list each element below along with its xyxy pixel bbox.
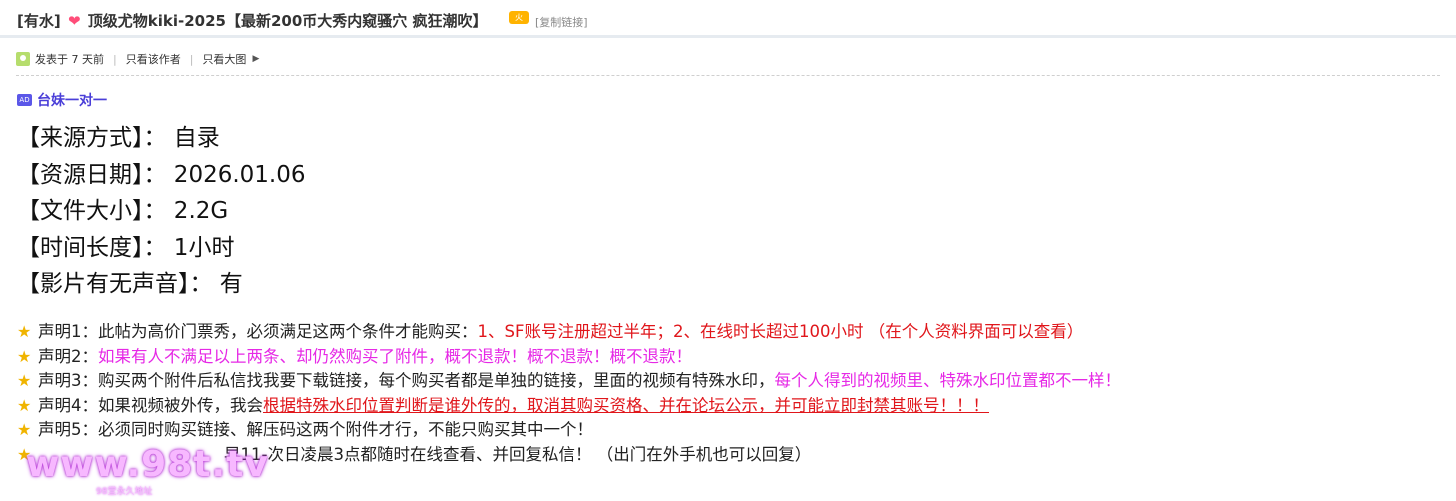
only-large-image-link[interactable]: 只看大图 xyxy=(202,51,246,67)
hot-icon: 火 xyxy=(509,11,529,24)
star-icon: ★ xyxy=(17,322,32,341)
thread-title-text: 顶级尤物kiki-2025【最新200币大秀内窥骚穴 疯狂潮吹】 xyxy=(87,12,488,30)
ad-link[interactable]: 台妹一对一 xyxy=(37,90,107,110)
heart-icon: ❤ xyxy=(67,12,81,30)
statement-2: ★ 声明2： 如果有人不满足以上两条、却仍然购买了附件，概不退款！概不退款！概不… xyxy=(17,345,1121,370)
thread-prefix[interactable]: [有水] xyxy=(17,12,61,30)
posted-time: 发表于 7 天前 xyxy=(35,53,104,66)
star-icon: ★ xyxy=(17,395,32,415)
info-audio: 【影片有无声音】： 有 xyxy=(17,271,243,297)
statement-text: 声明1：此帖为高价门票秀，必须满足这两个条件才能购买： xyxy=(38,322,478,341)
divider: | xyxy=(113,52,117,66)
star-icon: ★ xyxy=(17,371,32,390)
statement-highlight: 每个人得到的视频里、特殊水印位置都不一样！ xyxy=(774,371,1122,390)
dashed-divider xyxy=(16,75,1440,76)
resource-info: 【来源方式】： 自录 【资源日期】： 2026.01.06 【文件大小】： 2.… xyxy=(17,120,306,303)
thread-title: [有水] ❤ 顶级尤物kiki-2025【最新200币大秀内窥骚穴 疯狂潮吹】 xyxy=(17,10,488,31)
ad-banner[interactable]: AD 台妹一对一 xyxy=(17,90,107,110)
info-source: 【来源方式】： 自录 xyxy=(17,125,220,151)
triangle-right-icon[interactable]: ▶ xyxy=(252,54,259,64)
info-size: 【文件大小】： 2.2G xyxy=(17,198,229,224)
statement-text: 声明2： xyxy=(38,346,98,366)
user-online-icon xyxy=(16,52,30,66)
watermark-url: www.98t.tv xyxy=(26,444,269,485)
watermark-subtitle: 98堂永久地址 xyxy=(96,487,153,497)
statement-1: ★ 声明1：此帖为高价门票秀，必须满足这两个条件才能购买： 1、SF账号注册超过… xyxy=(17,320,1121,345)
statement-3: ★ 声明3：购买两个附件后私信找我要下载链接，每个购买者都是单独的链接，里面的视… xyxy=(17,369,1121,394)
info-duration: 【时间长度】： 1小时 xyxy=(17,234,235,261)
thread-title-bar: [有水] ❤ 顶级尤物kiki-2025【最新200币大秀内窥骚穴 疯狂潮吹】 … xyxy=(0,0,1456,38)
divider: | xyxy=(189,52,194,66)
statement-text: 声明4：如果视频被外传，我会 xyxy=(38,395,263,415)
statement-4: ★ 声明4：如果视频被外传，我会 根据特殊水印位置判断是谁外传的，取消其购买资格… xyxy=(17,394,1121,419)
statement-highlight: 根据特殊水印位置判断是谁外传的，取消其购买资格、并在论坛公示，并可能立即封禁其账… xyxy=(263,395,989,415)
statement-text: 声明5：必须同时购买链接、解压码这两个附件才行，不能只购买其中一个！ xyxy=(38,420,593,439)
site-watermark: www.98t.tv 98堂永久地址 xyxy=(20,440,268,498)
post-meta: 发表于 7 天前 | 只看该作者 | 只看大图 ▶ xyxy=(16,48,259,70)
star-icon: ★ xyxy=(17,346,32,366)
star-icon: ★ xyxy=(17,420,32,439)
statement-highlight: 1、SF账号注册超过半年；2、在线时长超过100小时 （在个人资料界面可以查看） xyxy=(477,322,1084,341)
statement-text: 早11-次日凌晨3点都随时在线查看、并回复私信！ （出门在外手机也可以回复） xyxy=(224,444,812,464)
copy-link-button[interactable]: [复制链接] xyxy=(535,14,588,30)
statement-text: 声明3：购买两个附件后私信找我要下载链接，每个购买者都是单独的链接，里面的视频有… xyxy=(38,371,775,390)
statement-highlight: 如果有人不满足以上两条、却仍然购买了附件，概不退款！概不退款！概不退款！ xyxy=(98,346,692,366)
info-date: 【资源日期】： 2026.01.06 xyxy=(17,161,306,188)
statement-5: ★ 声明5：必须同时购买链接、解压码这两个附件才行，不能只购买其中一个！ xyxy=(17,418,1121,443)
ad-icon: AD xyxy=(17,94,32,106)
only-author-link[interactable]: 只看该作者 xyxy=(126,51,181,67)
